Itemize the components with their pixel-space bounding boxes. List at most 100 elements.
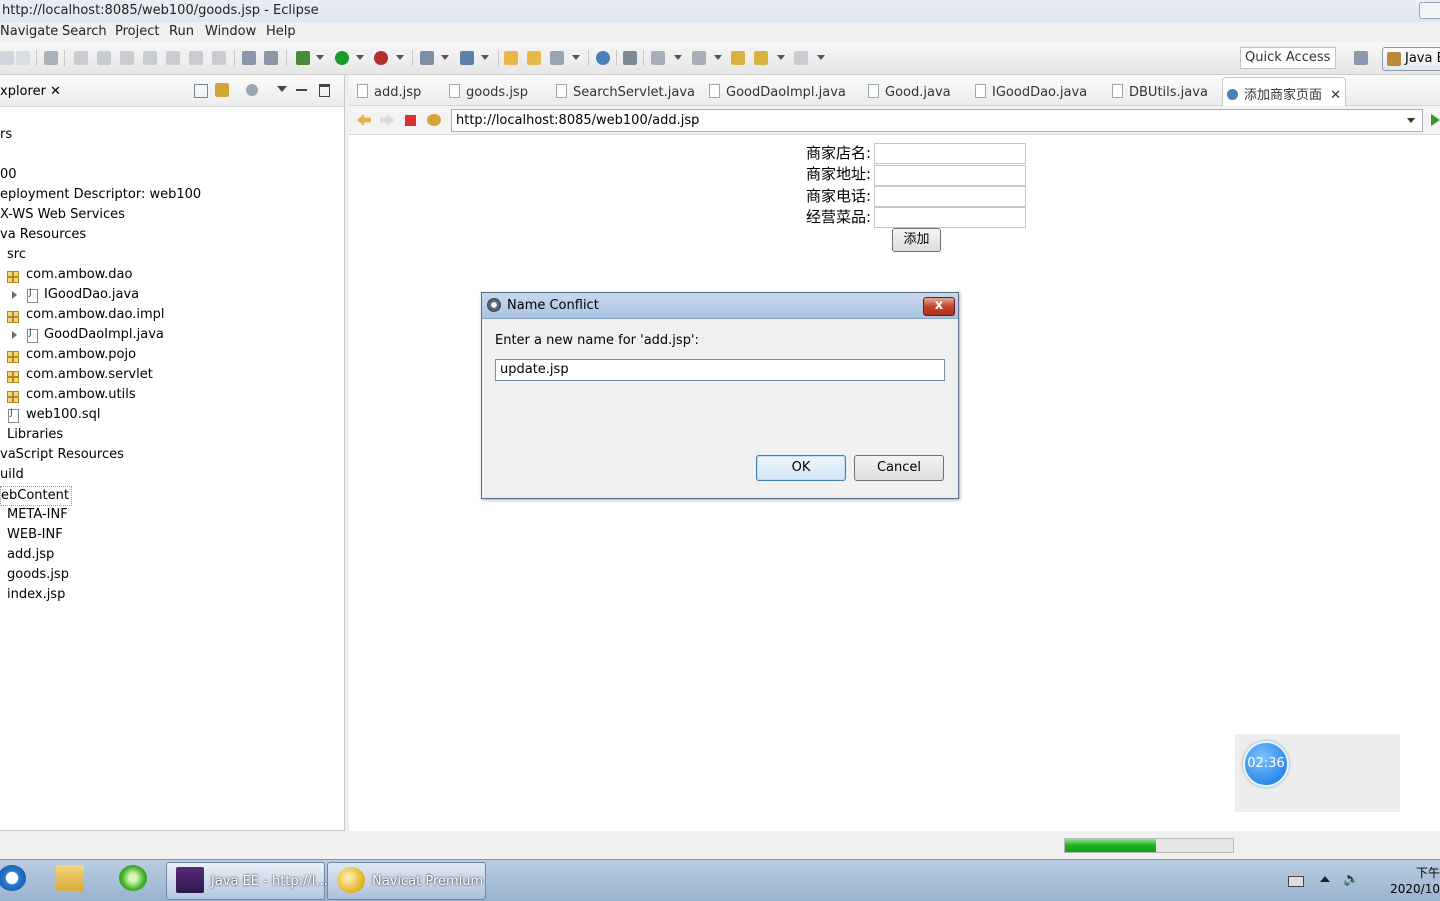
new-name-input[interactable]: update.jsp [495, 359, 945, 381]
tree-item-src[interactable]: src [7, 246, 26, 264]
timer-badge[interactable]: 02:36 [1243, 741, 1289, 787]
expand-icon[interactable] [12, 291, 17, 299]
dialog-close-button[interactable]: x [923, 297, 955, 316]
filter-icon[interactable] [246, 84, 258, 96]
tab-good-java[interactable]: Good.java [868, 84, 951, 100]
url-dropdown-icon[interactable] [1407, 118, 1415, 123]
tree-item-package-servlet[interactable]: com.ambow.servlet [26, 366, 153, 384]
search-icon[interactable] [550, 51, 564, 65]
tree-item-jax-ws[interactable]: X-WS Web Services [0, 206, 125, 224]
forward-icon[interactable] [794, 51, 808, 65]
url-input[interactable]: http://localhost:8085/web100/add.jsp [451, 109, 1423, 132]
tree-item-webcontent[interactable]: ebContent [0, 486, 72, 506]
tree-item-igooddao[interactable]: IGoodDao.java [44, 286, 139, 304]
taskbar-item-eclipse[interactable]: Java EE - http://l... [166, 862, 328, 900]
step-return-icon[interactable] [212, 51, 226, 65]
internet-explorer-icon[interactable] [0, 865, 26, 891]
taskbar-item-navicat[interactable]: Navicat Premium [327, 862, 486, 900]
debug-icon[interactable] [296, 51, 310, 65]
format-icon[interactable] [242, 51, 256, 65]
tree-item-meta-inf[interactable]: META-INF [7, 506, 68, 524]
new-java-class-dropdown-icon[interactable] [481, 55, 489, 60]
menu-run[interactable]: Run [169, 24, 194, 39]
tab-igooddao-java[interactable]: IGoodDao.java [975, 84, 1087, 100]
browser-icon[interactable] [119, 865, 147, 891]
step-into-icon[interactable] [166, 51, 180, 65]
debug-dropdown-icon[interactable] [316, 55, 324, 60]
tab-add-jsp[interactable]: add.jsp [357, 84, 421, 100]
refresh-icon[interactable] [427, 114, 441, 126]
collapse-all-icon[interactable] [194, 84, 208, 98]
quick-access-input[interactable]: Quick Access [1240, 47, 1336, 69]
tab-add-merchant-page[interactable]: 添加商家页面 ✕ [1227, 84, 1341, 103]
tree-item-goods-jsp[interactable]: goods.jsp [7, 566, 69, 584]
shop-name-input[interactable] [874, 143, 1026, 164]
link-with-editor-icon[interactable] [215, 83, 229, 97]
tree-item-gooddaoimpl[interactable]: GoodDaoImpl.java [44, 326, 164, 344]
next-annotation-dropdown-icon[interactable] [674, 55, 682, 60]
minimize-button[interactable] [1419, 2, 1440, 19]
skip-breakpoints-icon[interactable] [44, 51, 58, 65]
run-dropdown-icon[interactable] [356, 55, 364, 60]
tree-item-build[interactable]: uild [0, 466, 24, 484]
last-edit-icon[interactable] [731, 51, 745, 65]
resume-icon[interactable] [74, 51, 88, 65]
next-annotation-icon[interactable] [651, 51, 665, 65]
close-icon[interactable]: ✕ [1330, 88, 1341, 103]
show-hidden-icons-icon[interactable] [1320, 876, 1330, 882]
print-icon[interactable] [16, 51, 30, 65]
disconnect-icon[interactable] [143, 51, 157, 65]
open-task-icon[interactable] [527, 51, 541, 65]
external-tools-dropdown-icon[interactable] [396, 55, 404, 60]
previous-annotation-dropdown-icon[interactable] [714, 55, 722, 60]
close-icon[interactable]: ✕ [50, 84, 61, 99]
maximize-icon[interactable] [319, 84, 330, 97]
tab-goods-jsp[interactable]: goods.jsp [449, 84, 528, 100]
new-server-dropdown-icon[interactable] [441, 55, 449, 60]
menu-help[interactable]: Help [266, 24, 296, 39]
run-icon[interactable] [335, 51, 349, 65]
project-explorer-tab[interactable]: xplorer ✕ [0, 84, 61, 99]
add-button[interactable]: 添加 [892, 228, 941, 252]
keyboard-icon[interactable] [1288, 876, 1304, 887]
menu-project[interactable]: Project [115, 24, 159, 39]
dishes-input[interactable] [874, 207, 1026, 228]
tab-searchservlet-java[interactable]: SearchServlet.java [556, 84, 695, 100]
perspective-java-ee[interactable]: Java E [1382, 47, 1440, 71]
annotation-icon[interactable] [623, 51, 637, 65]
view-menu-icon[interactable] [277, 86, 287, 92]
tree-item-index-jsp[interactable]: index.jsp [7, 586, 65, 604]
save-icon[interactable] [0, 51, 14, 65]
tree-item-project[interactable]: 00 [0, 166, 17, 184]
terminate-icon[interactable] [120, 51, 134, 65]
go-icon[interactable] [1431, 114, 1440, 126]
new-server-icon[interactable] [420, 51, 434, 65]
file-explorer-icon[interactable] [56, 865, 84, 891]
tree-item-package-dao[interactable]: com.ambow.dao [26, 266, 132, 284]
tree-item-web100-sql[interactable]: web100.sql [26, 406, 100, 424]
system-clock[interactable]: 下午 2020/10 [1390, 865, 1440, 897]
address-input[interactable] [874, 165, 1026, 186]
suspend-icon[interactable] [97, 51, 111, 65]
tab-dbutils-java[interactable]: DBUtils.java [1112, 84, 1208, 100]
menu-search[interactable]: Search [62, 24, 107, 39]
phone-input[interactable] [874, 186, 1026, 207]
cancel-button[interactable]: Cancel [854, 455, 944, 481]
open-type-icon[interactable] [504, 51, 518, 65]
forward-arrow-icon[interactable] [380, 114, 394, 126]
volume-icon[interactable]: 🔊 [1343, 873, 1359, 886]
tree-item-javascript-resources[interactable]: vaScript Resources [0, 446, 124, 464]
tab-gooddaoimpl-java[interactable]: GoodDaoImpl.java [709, 84, 846, 100]
search-dropdown-icon[interactable] [572, 55, 580, 60]
minimize-icon[interactable] [296, 89, 307, 91]
tree-item-package-dao-impl[interactable]: com.ambow.dao.impl [26, 306, 165, 324]
back-arrow-icon[interactable] [357, 114, 371, 126]
back-dropdown-icon[interactable] [777, 55, 785, 60]
tree-item-add-jsp[interactable]: add.jsp [7, 546, 54, 564]
open-perspective-icon[interactable] [1354, 51, 1368, 65]
tree-item-package-utils[interactable]: com.ambow.utils [26, 386, 136, 404]
tree-item-package-pojo[interactable]: com.ambow.pojo [26, 346, 136, 364]
expand-icon[interactable] [12, 331, 17, 339]
back-icon[interactable] [754, 51, 768, 65]
tree-item[interactable]: rs [0, 126, 12, 144]
